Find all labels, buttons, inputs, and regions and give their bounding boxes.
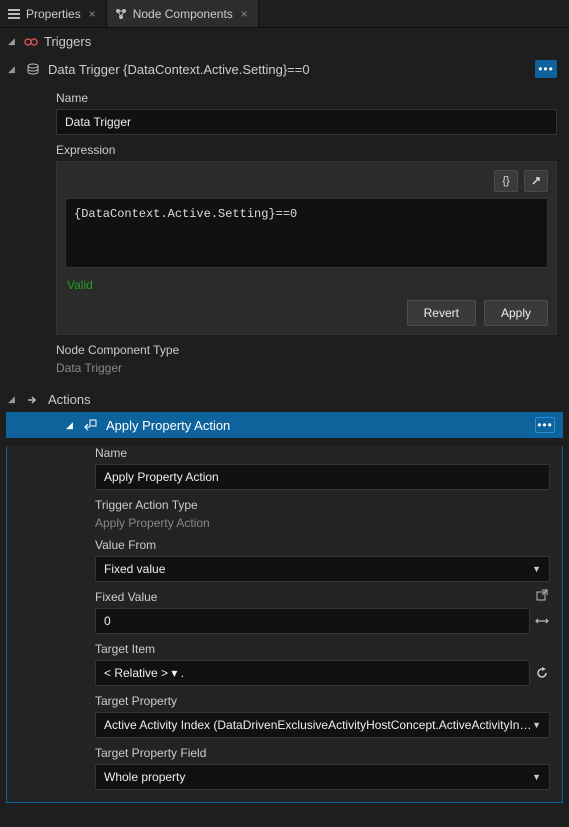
more-button[interactable]: •••: [535, 417, 555, 433]
select-value: Active Activity Index (DataDrivenExclusi…: [104, 718, 532, 732]
tab-label: Properties: [26, 7, 81, 21]
select-value: Fixed value: [104, 562, 165, 576]
node-component-type-label: Node Component Type: [56, 343, 569, 357]
target-property-label: Target Property: [95, 694, 562, 708]
more-button[interactable]: •••: [535, 60, 557, 78]
target-item-label: Target Item: [95, 642, 562, 656]
node-components-icon: [115, 8, 127, 20]
expression-status: Valid: [67, 278, 548, 292]
trigger-action-type-value: Apply Property Action: [95, 516, 562, 530]
data-trigger-icon: [26, 62, 40, 76]
tab-bar: Properties × Node Components ×: [0, 0, 569, 28]
value-from-label: Value From: [95, 538, 562, 552]
expression-box: {} {DataContext.Active.Setting}==0 Valid…: [56, 161, 557, 335]
select-value: < Relative > ▾ .: [104, 666, 184, 680]
close-icon[interactable]: ×: [87, 7, 98, 21]
triggers-header[interactable]: ◢ Triggers: [0, 28, 569, 55]
chevron-down-icon: ▼: [532, 564, 541, 574]
revert-button[interactable]: Revert: [407, 300, 476, 326]
chevron-down-icon: ◢: [8, 394, 18, 405]
data-trigger-title: Data Trigger {DataContext.Active.Setting…: [48, 62, 527, 77]
apply-property-action-icon: [84, 418, 98, 432]
export-icon[interactable]: [534, 587, 550, 603]
value-from-select[interactable]: Fixed value ▼: [95, 556, 550, 582]
refresh-icon[interactable]: [534, 665, 550, 681]
actions-header[interactable]: ◢ Actions: [0, 387, 569, 412]
node-component-type-value: Data Trigger: [56, 361, 569, 375]
section-title: Triggers: [44, 34, 91, 49]
chevron-down-icon: ◢: [8, 64, 18, 75]
name-input[interactable]: [56, 109, 557, 135]
chevron-down-icon: ▼: [532, 772, 541, 782]
actions-icon: [26, 393, 40, 407]
name-label: Name: [56, 91, 569, 105]
target-property-field-label: Target Property Field: [95, 746, 562, 760]
name-label: Name: [95, 446, 562, 460]
fixed-value-input[interactable]: [95, 608, 530, 634]
drag-horizontal-icon[interactable]: [534, 613, 550, 629]
target-property-field-select[interactable]: Whole property ▼: [95, 764, 550, 790]
chevron-down-icon: ◢: [8, 36, 18, 47]
apa-title: Apply Property Action: [106, 418, 527, 433]
popout-button[interactable]: [524, 170, 548, 192]
braces-button[interactable]: {}: [494, 170, 518, 192]
chevron-down-icon: ▼: [532, 720, 541, 730]
data-trigger-header[interactable]: ◢ Data Trigger {DataContext.Active.Setti…: [0, 55, 569, 83]
select-value: Whole property: [104, 770, 185, 784]
apply-button[interactable]: Apply: [484, 300, 548, 326]
section-title: Actions: [48, 392, 561, 407]
triggers-icon: [24, 35, 38, 49]
target-item-select[interactable]: < Relative > ▾ .: [95, 660, 530, 686]
apa-name-input[interactable]: [95, 464, 550, 490]
tab-properties[interactable]: Properties ×: [0, 0, 107, 27]
close-icon[interactable]: ×: [239, 7, 250, 21]
tab-node-components[interactable]: Node Components ×: [107, 0, 259, 27]
apply-property-action-header[interactable]: ◢ Apply Property Action •••: [6, 412, 563, 438]
trigger-action-type-label: Trigger Action Type: [95, 498, 562, 512]
expression-input[interactable]: {DataContext.Active.Setting}==0: [65, 198, 548, 268]
tab-label: Node Components: [133, 7, 233, 21]
target-property-select[interactable]: Active Activity Index (DataDrivenExclusi…: [95, 712, 550, 738]
expression-label: Expression: [56, 143, 569, 157]
fixed-value-label: Fixed Value: [95, 590, 157, 604]
properties-icon: [8, 8, 20, 20]
chevron-down-icon: ◢: [66, 420, 76, 431]
